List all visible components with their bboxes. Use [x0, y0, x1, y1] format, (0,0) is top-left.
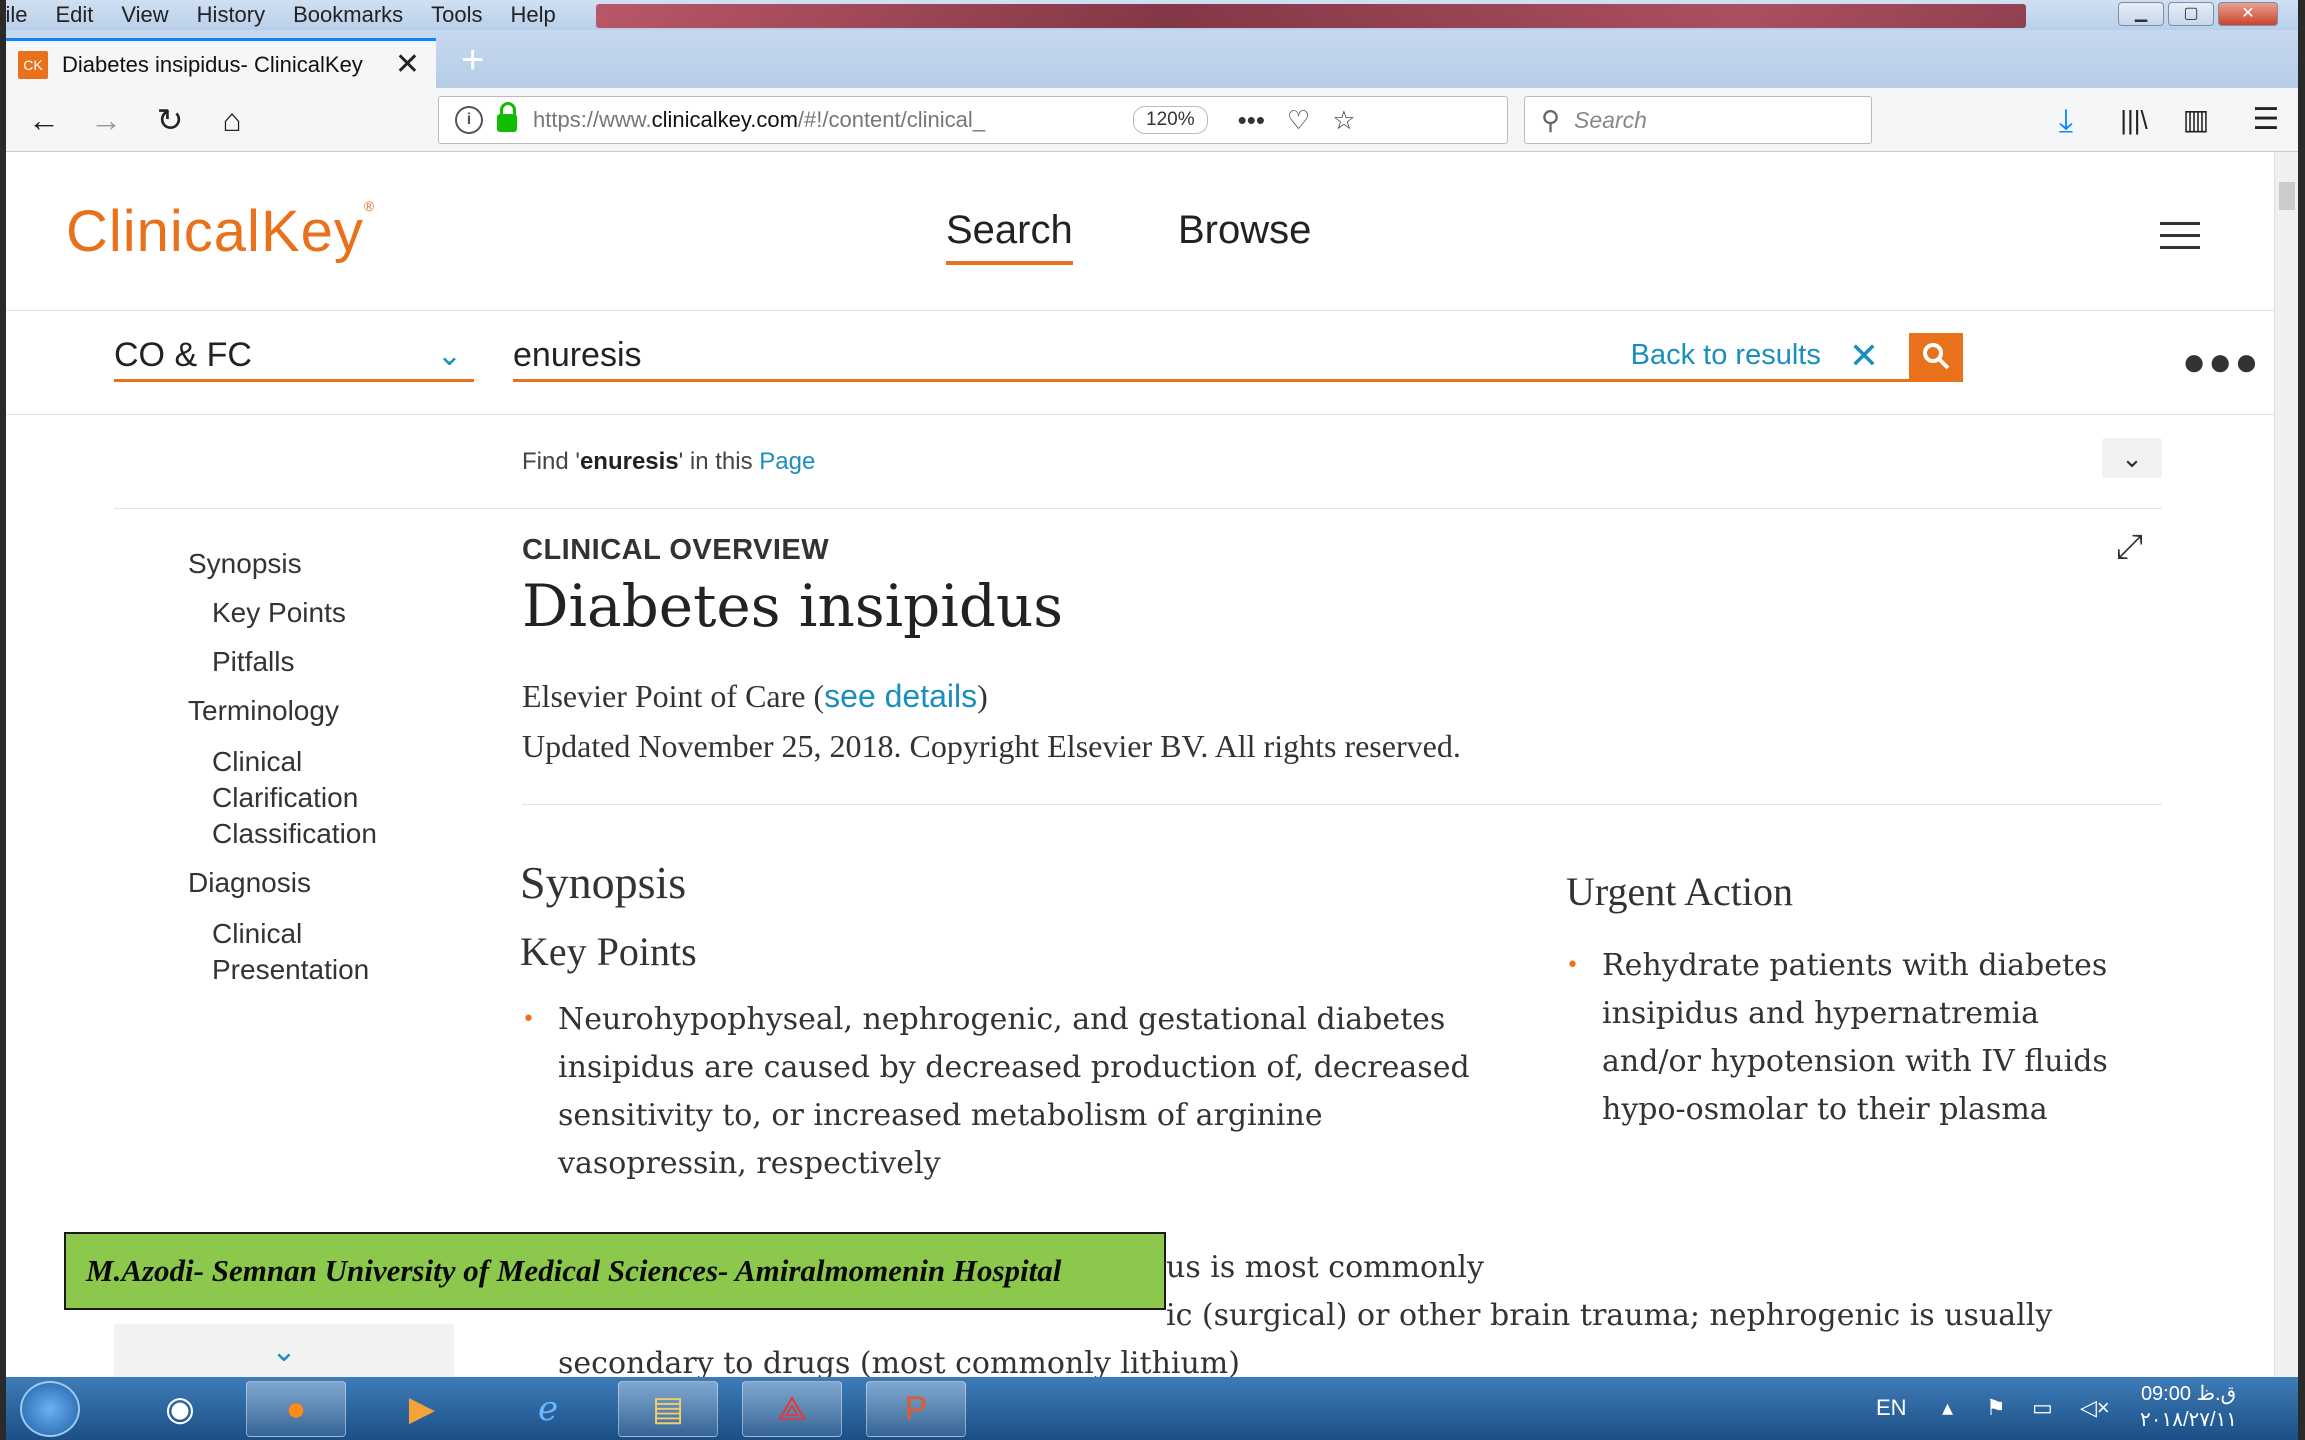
divider	[6, 310, 2274, 311]
clear-search-icon[interactable]: ✕	[1849, 335, 1879, 377]
urgent-action-item: • Rehydrate patients with diabetes insip…	[1566, 948, 2108, 1127]
chevron-down-icon: ⌄	[436, 339, 462, 372]
window-title-strip	[596, 4, 2026, 28]
volume-muted-icon[interactable]: ◁×	[2080, 1395, 2110, 1421]
menu-view[interactable]: View	[111, 2, 178, 28]
network-icon[interactable]: ▭	[2032, 1395, 2053, 1421]
zoom-level[interactable]: 120%	[1133, 106, 1208, 134]
search-query[interactable]: enuresis	[513, 336, 642, 375]
search-icon	[1923, 342, 1950, 369]
close-window-icon[interactable]: ✕	[2218, 2, 2278, 26]
app-menu-icon[interactable]: ☰	[2246, 100, 2286, 140]
menu-tools[interactable]: Tools	[421, 2, 492, 28]
more-options-icon[interactable]: ●●●	[2182, 340, 2260, 385]
article-kicker: CLINICAL OVERVIEW	[522, 534, 830, 566]
maximize-icon[interactable]: ▢	[2168, 2, 2214, 26]
tab-diabetes-insipidus[interactable]: CK Diabetes insipidus- ClinicalKey ✕	[6, 38, 436, 88]
url-text[interactable]: https://www.clinicalkey.com/#!/content/c…	[533, 107, 1113, 133]
internet-explorer-taskbar-icon[interactable]: ℯ	[498, 1381, 598, 1437]
search-submit-button[interactable]	[1909, 332, 1963, 379]
toc-scroll-down-chevron-icon[interactable]: ⌄	[114, 1324, 454, 1377]
windows-taskbar: ◉ ● ▶ ℯ ▤ ⟁ P EN ▴ ⚑ ▭ ◁× 09:00 ق.ظ ۲۰۱۸…	[6, 1377, 2298, 1440]
key-point-item: • Neurohypophyseal, nephrogenic, and ges…	[522, 1002, 1470, 1181]
hamburger-menu-icon[interactable]	[2160, 222, 2200, 258]
toc-terminology[interactable]: Terminology	[188, 695, 339, 727]
nav-browse[interactable]: Browse	[1178, 208, 1311, 253]
page-title: Diabetes insipidus	[522, 572, 1064, 640]
library-icon[interactable]: |||\	[2114, 100, 2154, 140]
action-center-flag-icon[interactable]: ⚑	[1986, 1395, 2006, 1421]
clinicalkey-logo[interactable]: ClinicalKey®	[66, 198, 375, 265]
page-content: ClinicalKey® Search Browse CO & FC ⌄ enu…	[6, 152, 2274, 1377]
reload-icon[interactable]: ↻	[150, 100, 190, 140]
divider	[6, 414, 2274, 415]
page-actions-icon[interactable]: •••	[1238, 105, 1265, 136]
menu-file[interactable]: File	[6, 2, 37, 28]
synopsis-heading: Synopsis	[520, 857, 687, 908]
info-icon[interactable]: i	[455, 106, 483, 134]
divider	[522, 804, 2162, 805]
new-tab-button[interactable]: +	[461, 40, 484, 80]
urgent-action-heading: Urgent Action	[1566, 869, 1794, 914]
lock-icon	[497, 102, 517, 132]
minimize-icon[interactable]: ▁	[2118, 2, 2164, 26]
language-indicator[interactable]: EN	[1876, 1395, 1907, 1421]
find-page-link[interactable]: Page	[759, 448, 815, 475]
back-to-results-link[interactable]: Back to results	[1631, 339, 1821, 372]
firefox-taskbar-icon[interactable]: ●	[246, 1381, 346, 1437]
clinicalkey-favicon-icon: CK	[18, 50, 48, 79]
scrollbar-thumb[interactable]	[2279, 182, 2295, 210]
search-icon: ⚲	[1541, 104, 1561, 135]
toc-clinical-clarification[interactable]: Clinical Clarification	[212, 744, 412, 816]
find-expand-chevron-icon[interactable]: ⌄	[2102, 438, 2162, 478]
see-details-link[interactable]: see details	[824, 678, 977, 714]
menu-edit[interactable]: Edit	[45, 2, 103, 28]
download-icon[interactable]: ⤓	[2046, 100, 2086, 140]
tab-title: Diabetes insipidus- ClinicalKey	[62, 51, 363, 77]
pocket-icon[interactable]: ♡	[1287, 105, 1310, 136]
watermark-banner: M.Azodi- Semnan University of Medical Sc…	[64, 1232, 1166, 1310]
browser-search-input[interactable]: ⚲ Search	[1524, 96, 1872, 144]
nav-search[interactable]: Search	[946, 208, 1073, 265]
bookmark-star-icon[interactable]: ☆	[1332, 105, 1355, 136]
toc-clinical-presentation[interactable]: Clinical Presentation	[212, 916, 412, 988]
toc-classification[interactable]: Classification	[212, 818, 377, 850]
forward-arrow-icon[interactable]: →	[86, 100, 126, 140]
acrobat-taskbar-icon[interactable]: ⟁	[742, 1381, 842, 1437]
expand-icon[interactable]: ⤢	[2116, 528, 2143, 567]
close-tab-icon[interactable]: ✕	[395, 47, 420, 82]
back-arrow-icon[interactable]: ←	[24, 100, 64, 140]
article-updated: Updated November 25, 2018. Copyright Els…	[522, 728, 1461, 764]
file-explorer-taskbar-icon[interactable]: ▤	[618, 1381, 718, 1437]
navigation-toolbar: ← → ↻ ⌂ i https://www.clinicalkey.com/#!…	[6, 88, 2298, 152]
toc-pitfalls[interactable]: Pitfalls	[212, 646, 294, 678]
content-filter-dropdown[interactable]: CO & FC ⌄	[114, 332, 474, 382]
address-bar[interactable]: i https://www.clinicalkey.com/#!/content…	[438, 96, 1508, 144]
window-controls: ▁ ▢ ✕	[2118, 2, 2278, 26]
menu-history[interactable]: History	[187, 2, 275, 28]
show-hidden-icons-icon[interactable]: ▴	[1942, 1395, 1953, 1421]
media-player-taskbar-icon[interactable]: ▶	[372, 1381, 472, 1437]
home-icon[interactable]: ⌂	[212, 100, 252, 140]
toc-diagnosis[interactable]: Diagnosis	[188, 867, 311, 899]
vertical-scrollbar[interactable]	[2274, 152, 2298, 1377]
menu-help[interactable]: Help	[501, 2, 566, 28]
chrome-taskbar-icon[interactable]: ◉	[130, 1381, 230, 1437]
sidebar-icon[interactable]: ▥	[2176, 100, 2216, 140]
browser-window: File Edit View History Bookmarks Tools H…	[6, 0, 2298, 1440]
toc-key-points[interactable]: Key Points	[212, 597, 346, 629]
toc-synopsis[interactable]: Synopsis	[188, 548, 302, 580]
find-in-page-bar: Find 'enuresis' in this Page	[522, 448, 816, 475]
key-points-heading: Key Points	[520, 929, 697, 974]
tab-bar: CK Diabetes insipidus- ClinicalKey ✕ +	[6, 30, 2298, 88]
menu-bookmarks[interactable]: Bookmarks	[283, 2, 413, 28]
powerpoint-taskbar-icon[interactable]: P	[866, 1381, 966, 1437]
divider	[114, 508, 2162, 509]
article-source: Elsevier Point of Care (see details)	[522, 678, 988, 714]
system-clock[interactable]: 09:00 ق.ظ ۲۰۱۸/۲۷/۱۱	[2140, 1381, 2237, 1433]
start-button-icon[interactable]	[20, 1381, 80, 1437]
site-search-input[interactable]: enuresis Back to results ✕	[513, 332, 1963, 382]
